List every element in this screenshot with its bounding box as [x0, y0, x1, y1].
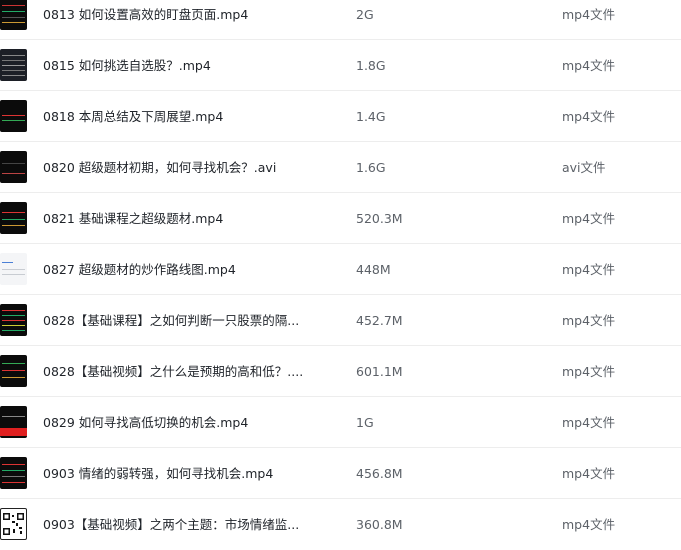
file-type: mp4文件 [562, 262, 616, 277]
file-type: mp4文件 [562, 466, 616, 481]
file-name[interactable]: 0818 本周总结及下周展望.mp4 [43, 91, 333, 142]
file-type: mp4文件 [562, 364, 616, 379]
video-thumbnail-icon[interactable] [0, 355, 27, 387]
file-name[interactable]: 0820 超级题材初期，如何寻找机会？.avi [43, 142, 333, 193]
video-thumbnail-icon[interactable] [0, 151, 27, 183]
file-size: 520.3M [356, 211, 403, 226]
video-thumbnail-icon[interactable] [0, 100, 27, 132]
file-size: 1.4G [356, 109, 386, 124]
file-name[interactable]: 0829 如何寻找高低切换的机会.mp4 [43, 397, 333, 448]
file-row[interactable]: 0903 情绪的弱转强，如何寻找机会.mp4 456.8M mp4文件 [0, 448, 681, 499]
file-row[interactable]: 0813 如何设置高效的盯盘页面.mp4 2G mp4文件 [0, 0, 681, 40]
file-type: avi文件 [562, 160, 606, 175]
file-size: 456.8M [356, 466, 403, 481]
video-thumbnail-icon[interactable] [0, 457, 27, 489]
file-row[interactable]: 0828【基础课程】之如何判断一只股票的隔... 452.7M mp4文件 [0, 295, 681, 346]
file-name[interactable]: 0828【基础课程】之如何判断一只股票的隔... [43, 295, 333, 346]
file-type: mp4文件 [562, 415, 616, 430]
file-size: 601.1M [356, 364, 403, 379]
file-name[interactable]: 0821 基础课程之超级题材.mp4 [43, 193, 333, 244]
file-name[interactable]: 0903【基础视频】之两个主题：市场情绪监... [43, 499, 333, 550]
file-name[interactable]: 0903 情绪的弱转强，如何寻找机会.mp4 [43, 448, 333, 499]
file-row[interactable]: 0818 本周总结及下周展望.mp4 1.4G mp4文件 [0, 91, 681, 142]
file-size: 1G [356, 415, 374, 430]
file-row[interactable]: 0821 基础课程之超级题材.mp4 520.3M mp4文件 [0, 193, 681, 244]
video-thumbnail-icon[interactable] [0, 304, 27, 336]
file-type: mp4文件 [562, 109, 616, 124]
file-type: mp4文件 [562, 58, 616, 73]
file-size: 360.8M [356, 517, 403, 532]
video-thumbnail-icon[interactable] [0, 0, 27, 30]
file-type: mp4文件 [562, 7, 616, 22]
file-size: 452.7M [356, 313, 403, 328]
video-thumbnail-icon[interactable] [0, 49, 27, 81]
file-row[interactable]: 0828【基础视频】之什么是预期的高和低？.... 601.1M mp4文件 [0, 346, 681, 397]
file-row[interactable]: 0829 如何寻找高低切换的机会.mp4 1G mp4文件 [0, 397, 681, 448]
file-size: 1.6G [356, 160, 386, 175]
file-name[interactable]: 0828【基础视频】之什么是预期的高和低？.... [43, 346, 333, 397]
video-thumbnail-icon[interactable] [0, 202, 27, 234]
file-name[interactable]: 0813 如何设置高效的盯盘页面.mp4 [43, 0, 333, 40]
file-type: mp4文件 [562, 313, 616, 328]
file-name[interactable]: 0827 超级题材的炒作路线图.mp4 [43, 244, 333, 295]
file-name[interactable]: 0815 如何挑选自选股？.mp4 [43, 40, 333, 91]
file-type: mp4文件 [562, 211, 616, 226]
video-thumbnail-icon[interactable] [0, 253, 27, 285]
file-row[interactable]: 0820 超级题材初期，如何寻找机会？.avi 1.6G avi文件 [0, 142, 681, 193]
qr-code-thumbnail-icon[interactable] [0, 508, 27, 540]
file-row[interactable]: 0903【基础视频】之两个主题：市场情绪监... 360.8M mp4文件 [0, 499, 681, 550]
video-thumbnail-icon[interactable] [0, 406, 27, 438]
file-type: mp4文件 [562, 517, 616, 532]
file-size: 448M [356, 262, 391, 277]
file-size: 2G [356, 7, 374, 22]
file-size: 1.8G [356, 58, 386, 73]
file-row[interactable]: 0827 超级题材的炒作路线图.mp4 448M mp4文件 [0, 244, 681, 295]
file-list: 0813 如何设置高效的盯盘页面.mp4 2G mp4文件 0815 如何挑选自… [0, 0, 681, 550]
file-row[interactable]: 0815 如何挑选自选股？.mp4 1.8G mp4文件 [0, 40, 681, 91]
